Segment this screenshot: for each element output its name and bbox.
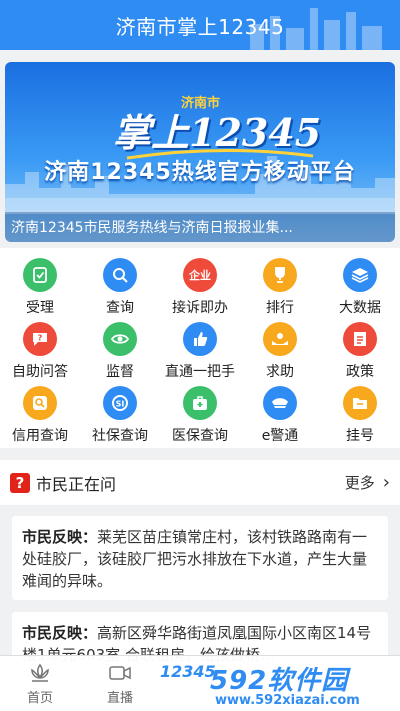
medical-kit-icon [183, 386, 217, 420]
grid-item[interactable]: SI 社保查询 [80, 382, 160, 446]
document-check-icon [23, 258, 57, 292]
grid-item[interactable]: 大数据 [320, 254, 400, 318]
grid-item[interactable]: 企业 接诉即办 [160, 254, 240, 318]
watermark: 592软件园 www.592xiazai.com [175, 660, 400, 711]
page-title: 济南市掌上12345 [115, 14, 285, 39]
credit-search-icon [23, 386, 57, 420]
grid-item-label: 社保查询 [92, 428, 148, 444]
question-mark-icon: ? [10, 472, 30, 493]
grid-item[interactable]: 受理 [0, 254, 80, 318]
banner-headline: 济南12345热线官方移动平台 [44, 160, 356, 185]
card-tag: 市民反映： [22, 528, 98, 546]
grid-item-label: 接诉即办 [172, 300, 228, 316]
grid-item[interactable]: 查询 [80, 254, 160, 318]
tab-live[interactable]: 直播 [80, 656, 160, 711]
grid-item[interactable]: 求助 [240, 318, 320, 382]
banner-caption: 济南12345市民服务热线与济南日报报业集... [11, 220, 293, 236]
grid-item-label: 求助 [266, 364, 294, 380]
grid-item[interactable]: e警通 [240, 382, 320, 446]
question-card[interactable]: 市民反映：莱芜区苗庄镇常庄村，该村铁路路南有一处硅胶厂，该硅胶厂把污水排放在下水… [12, 516, 388, 600]
grid-item[interactable]: 信用查询 [0, 382, 80, 446]
icon-glyph: 企业 [189, 269, 211, 282]
thumbs-up-icon [183, 322, 217, 356]
trophy-icon [263, 258, 297, 292]
svg-text:SI: SI [116, 400, 125, 409]
banner-caption-bar: 济南12345市民服务热线与济南日报报业集... [5, 212, 395, 242]
grid-item-label: 政策 [346, 364, 374, 380]
grid-item[interactable]: 医保查询 [160, 382, 240, 446]
chat-bubble-icon: ? [23, 322, 57, 356]
watermark-title: 592软件园 [210, 666, 349, 696]
grid-item[interactable]: 政策 [320, 318, 400, 382]
helping-hands-icon [263, 322, 297, 356]
grid-item-label: e警通 [261, 428, 299, 444]
grid-item-label: 挂号 [346, 428, 374, 444]
layers-icon [343, 258, 377, 292]
grid-item[interactable]: ? 自助问答 [0, 318, 80, 382]
grid-item-label: 排行 [266, 300, 294, 316]
service-grid: 受理 查询 企业 接诉即办 排行 大数据? 自助问答 监督 直通一把手 求助 政策 信用查询 SI 社保查… [0, 248, 400, 448]
card-tag: 市民反映： [22, 624, 98, 642]
tab-label: 首页 [26, 690, 53, 706]
grid-item-label: 受理 [26, 300, 54, 316]
grid-item-label: 医保查询 [172, 428, 228, 444]
svg-text:?: ? [38, 334, 43, 343]
police-cap-icon [263, 386, 297, 420]
grid-item-label: 查询 [106, 300, 134, 316]
social-security-icon: SI [103, 386, 137, 420]
section-title: 市民正在问 [36, 474, 117, 494]
section-header: ? 市民正在问 更多 › [0, 460, 400, 506]
more-label: 更多 [344, 474, 375, 492]
search-icon [103, 258, 137, 292]
grid-item-label: 直通一把手 [165, 364, 235, 380]
register-folder-icon [343, 386, 377, 420]
grid-item[interactable]: 监督 [80, 318, 160, 382]
grid-item[interactable]: 排行 [240, 254, 320, 318]
enterprise-icon: 企业 [183, 258, 217, 292]
watermark-url: www.592xiazai.com [215, 693, 360, 708]
more-button[interactable]: 更多 › [345, 472, 390, 493]
eye-icon [103, 322, 137, 356]
lotus-icon [31, 663, 49, 682]
tab-home[interactable]: 首页 [0, 656, 80, 711]
grid-item[interactable]: 直通一把手 [160, 318, 240, 382]
grid-item-label: 自助问答 [12, 364, 68, 380]
grid-item[interactable]: 挂号 [320, 382, 400, 446]
policy-document-icon [343, 322, 377, 356]
tab-label: 直播 [106, 690, 133, 706]
chevron-right-icon: › [382, 472, 390, 493]
grid-item-label: 大数据 [339, 300, 381, 316]
video-camera-icon [109, 665, 131, 680]
promo-banner[interactable]: 济南市 掌上12345 济南12345热线官方移动平台 济南12345市民服务热… [5, 62, 395, 242]
app-header: 济南市掌上12345 [0, 0, 400, 50]
grid-item-label: 信用查询 [12, 428, 68, 444]
grid-item-label: 监督 [106, 364, 134, 380]
